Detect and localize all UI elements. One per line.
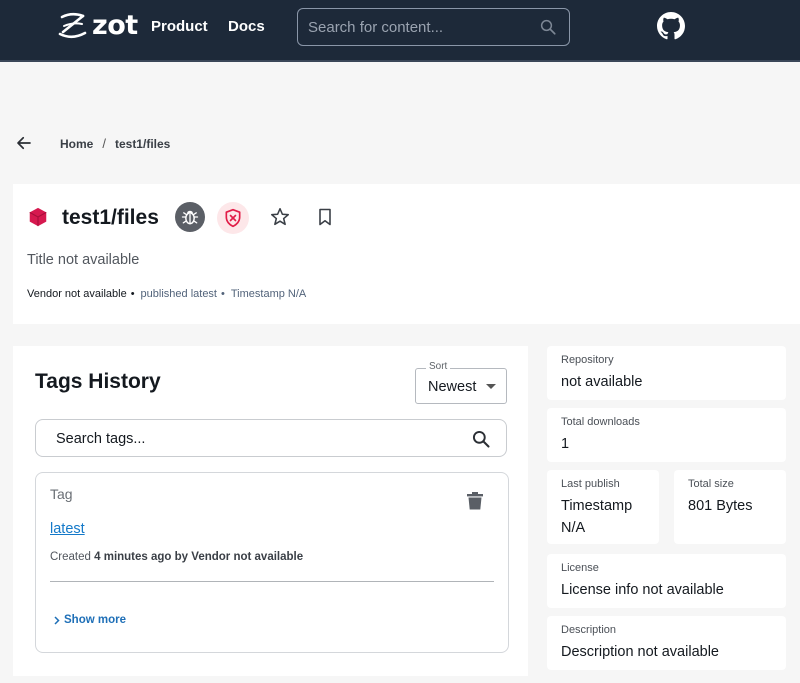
chevron-right-icon [54,615,60,625]
description-value: Description not available [561,644,719,660]
tag-created-info: Created 4 minutes ago by Vendor not avai… [50,551,303,563]
bookmark-icon[interactable] [315,206,335,228]
license-value: License info not available [561,582,724,598]
show-more-button[interactable]: Show more [53,614,126,626]
zot-logo[interactable]: zot [58,10,138,41]
search-icon[interactable] [539,18,557,36]
back-arrow-icon[interactable] [15,134,33,152]
total-size-value: 801 Bytes [688,498,753,514]
sort-select[interactable]: Sort Newest [415,361,507,404]
downloads-label: Total downloads [561,416,640,428]
last-publish-card: Last publish Timestamp N/A [547,470,659,544]
description-card: Description Description not available [547,616,786,670]
signature-status-badge[interactable] [217,202,249,234]
sort-value: Newest [428,379,477,395]
global-search-input[interactable] [308,17,528,37]
repository-value: not available [561,374,643,390]
downloads-value: 1 [561,436,570,452]
trash-icon[interactable] [467,492,483,510]
last-publish-value: Timestamp N/A [561,498,633,536]
created-time: 4 minutes ago [94,551,172,563]
repo-header-card: test1/files Title not available Vendor n… [13,184,800,324]
vulnerability-status-badge[interactable] [175,202,205,232]
tag-name-link[interactable]: latest [50,521,85,537]
bug-icon [181,210,199,225]
star-icon[interactable] [269,206,291,228]
last-publish-label: Last publish [561,478,620,490]
logo-text: zot [92,10,138,41]
show-more-label: Show more [64,614,126,626]
divider [50,581,494,582]
top-navbar: zot Product Docs [0,0,800,62]
global-search [297,8,570,46]
total-size-card: Total size 801 Bytes [674,470,786,544]
breadcrumb-separator: / [102,136,106,151]
tag-search [35,419,507,457]
repo-subtitle: Title not available [27,252,140,268]
repo-published: published latest [140,288,217,300]
breadcrumb-home[interactable]: Home [60,137,93,151]
created-prefix: Created [50,551,91,563]
tag-label: Tag [50,486,73,502]
repo-cube-icon [29,207,47,227]
description-label: Description [561,624,617,636]
sort-label: Sort [426,361,451,372]
tags-history-card: Tags History Sort Newest Tag latest Crea… [13,346,528,676]
tag-list-item: Tag latest Created 4 minutes ago by Vend… [35,472,509,653]
repository-label: Repository [561,354,614,366]
caret-down-icon [486,384,496,389]
meta-bullet: • [130,288,135,300]
github-icon[interactable] [657,12,685,40]
breadcrumb-current: test1/files [114,137,171,151]
breadcrumb: Home / test1/files [60,136,171,151]
created-vendor: Vendor not available [191,551,304,563]
nav-docs-link[interactable]: Docs [228,18,265,35]
repository-card: Repository not available [547,346,786,400]
created-by: by [174,551,189,563]
repo-vendor: Vendor not available [27,288,127,300]
repo-meta: Vendor not available • published latest … [27,288,306,300]
total-size-label: Total size [688,478,734,490]
tag-search-input[interactable] [56,429,436,449]
repo-timestamp: Timestamp N/A [230,288,307,300]
zot-logo-icon [58,12,87,38]
downloads-card: Total downloads 1 [547,408,786,462]
license-label: License [561,562,599,574]
nav-product-link[interactable]: Product [151,18,208,35]
page-title: test1/files [62,206,159,229]
tags-history-title: Tags History [35,370,161,393]
search-icon[interactable] [471,429,491,449]
meta-bullet: • [221,288,225,300]
shield-x-icon [225,208,241,228]
license-card: License License info not available [547,554,786,608]
